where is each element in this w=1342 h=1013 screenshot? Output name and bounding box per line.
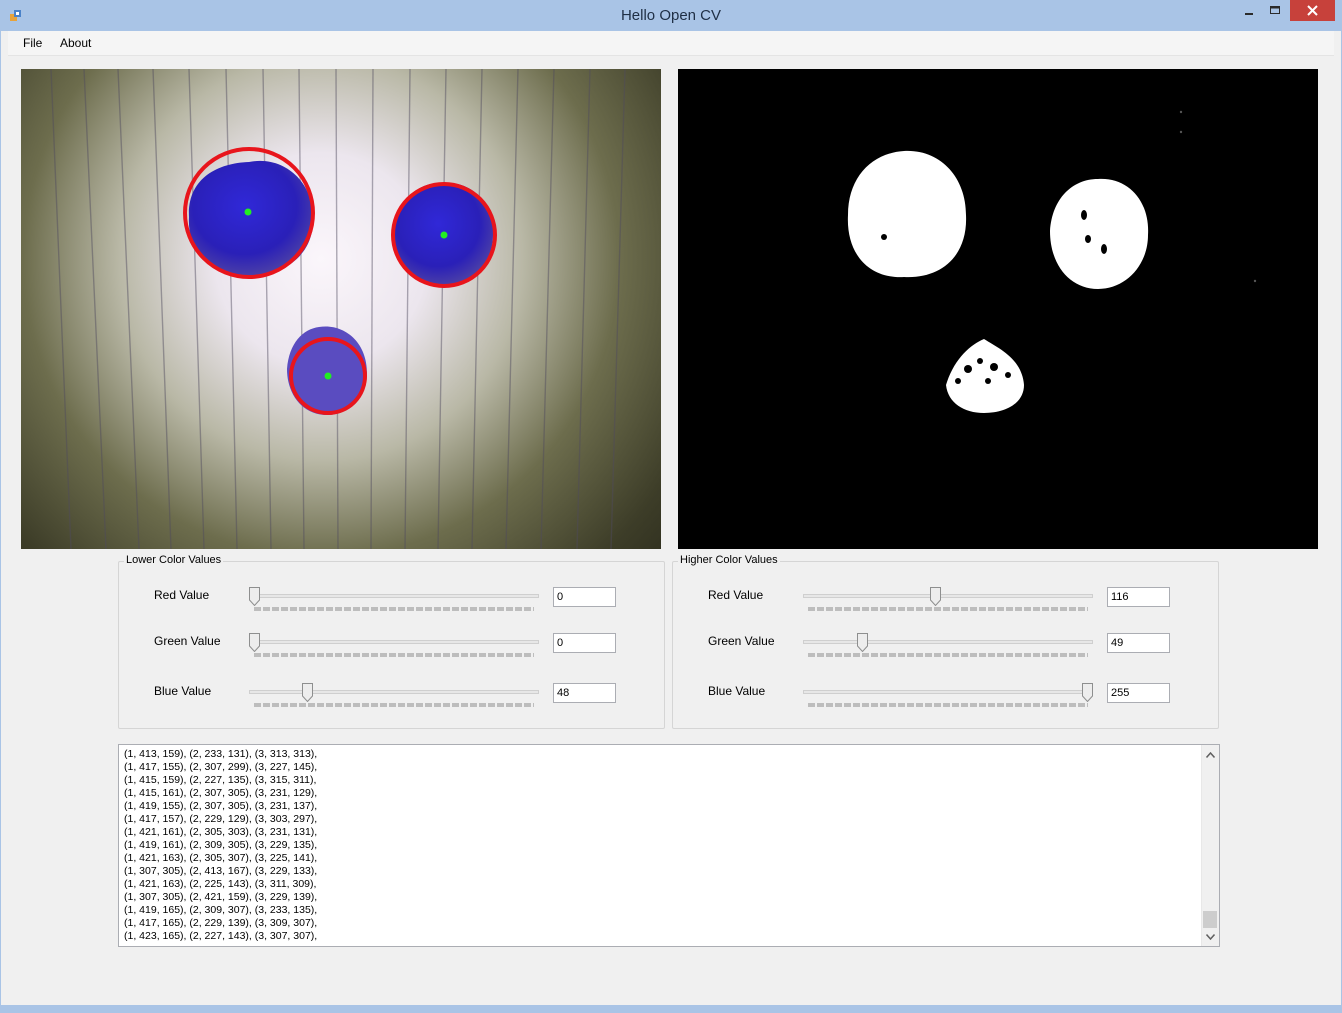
log-line: (1, 419, 155), (2, 307, 305), (3, 231, 1… [124, 800, 318, 812]
detected-object-1 [183, 147, 315, 279]
blue-label: Blue Value [154, 684, 212, 698]
blue-label: Blue Value [708, 684, 766, 698]
higher-red-slider-thumb[interactable] [929, 587, 941, 606]
red-label: Red Value [708, 588, 764, 602]
detected-object-3 [287, 326, 367, 415]
slider-ticks [808, 653, 1088, 657]
lower-red-input[interactable] [553, 587, 616, 607]
close-icon [1307, 5, 1318, 16]
higher-red-input[interactable] [1107, 587, 1170, 607]
window-title: Hello Open CV [620, 7, 722, 24]
camera-image [21, 69, 661, 549]
minimize-icon [1245, 13, 1253, 15]
menu-bar: File About [8, 31, 1334, 56]
threshold-mask-image [678, 69, 1318, 549]
log-lines: (1, 413, 159), (2, 233, 131), (3, 313, 3… [124, 748, 317, 943]
group-title: Lower Color Values [124, 554, 224, 566]
slider-ticks [808, 607, 1088, 611]
higher-red-slider[interactable] [803, 594, 1093, 598]
lower-green-slider[interactable] [249, 640, 539, 644]
chevron-up-icon[interactable] [1206, 752, 1215, 758]
red-label: Red Value [154, 588, 210, 602]
log-line: (1, 307, 305), (2, 413, 167), (3, 229, 1… [124, 865, 318, 877]
lower-green-slider-thumb[interactable] [249, 633, 260, 652]
mask-blob-2 [1050, 178, 1149, 289]
log-line: (1, 421, 163), (2, 305, 307), (3, 225, 1… [124, 852, 318, 864]
lower-green-input[interactable] [553, 633, 616, 653]
higher-green-slider[interactable] [803, 640, 1093, 644]
higher-blue-slider[interactable] [803, 690, 1093, 694]
log-line: (1, 307, 305), (2, 421, 159), (3, 229, 1… [124, 891, 318, 903]
lower-red-slider-thumb[interactable] [249, 587, 260, 606]
minimize-button[interactable] [1236, 0, 1262, 21]
slider-ticks [254, 607, 534, 611]
maximize-button[interactable] [1262, 0, 1288, 21]
log-line: (1, 419, 161), (2, 309, 305), (3, 229, 1… [124, 839, 318, 851]
higher-green-input[interactable] [1107, 633, 1170, 653]
higher-color-group: Higher Color Values Red Value Green Valu… [672, 554, 1219, 729]
detected-object-2 [391, 182, 497, 288]
green-label: Green Value [154, 634, 221, 648]
scrollbar-thumb[interactable] [1203, 911, 1217, 928]
slider-ticks [808, 703, 1088, 707]
log-line: (1, 415, 161), (2, 307, 305), (3, 231, 1… [124, 787, 318, 799]
mask-blob-1 [847, 150, 967, 278]
log-line: (1, 413, 159), (2, 233, 131), (3, 313, 3… [124, 748, 318, 760]
menu-file[interactable]: File [23, 36, 42, 50]
lower-red-slider[interactable] [249, 594, 539, 598]
slider-ticks [254, 703, 534, 707]
log-line: (1, 417, 155), (2, 307, 299), (3, 227, 1… [124, 761, 318, 773]
higher-blue-input[interactable] [1107, 683, 1170, 703]
menu-about[interactable]: About [60, 36, 91, 50]
green-label: Green Value [708, 634, 775, 648]
log-scrollbar[interactable] [1201, 745, 1219, 946]
log-line: (1, 417, 157), (2, 229, 129), (3, 303, 2… [124, 813, 318, 825]
close-button[interactable] [1290, 0, 1335, 21]
lower-color-group: Lower Color Values Red Value Green Value… [118, 554, 665, 729]
lower-blue-input[interactable] [553, 683, 616, 703]
slider-ticks [254, 653, 534, 657]
log-line: (1, 421, 161), (2, 305, 303), (3, 231, 1… [124, 826, 318, 838]
log-line: (1, 417, 165), (2, 229, 139), (3, 309, 3… [124, 917, 318, 929]
higher-blue-slider-thumb[interactable] [1082, 683, 1093, 702]
maximize-icon [1270, 6, 1280, 14]
title-bar: Hello Open CV [0, 0, 1342, 31]
lower-blue-slider[interactable] [249, 690, 539, 694]
lower-blue-slider-thumb[interactable] [301, 683, 313, 702]
chevron-down-icon[interactable] [1206, 934, 1215, 940]
log-line: (1, 423, 165), (2, 227, 143), (3, 307, 3… [124, 930, 318, 942]
log-line: (1, 415, 159), (2, 227, 135), (3, 315, 3… [124, 774, 317, 786]
log-line: (1, 419, 165), (2, 309, 307), (3, 233, 1… [124, 904, 318, 916]
log-line: (1, 421, 163), (2, 225, 143), (3, 311, 3… [124, 878, 317, 890]
group-title: Higher Color Values [678, 554, 780, 566]
higher-green-slider-thumb[interactable] [856, 633, 868, 652]
coordinates-log[interactable]: (1, 413, 159), (2, 233, 131), (3, 313, 3… [118, 744, 1220, 947]
